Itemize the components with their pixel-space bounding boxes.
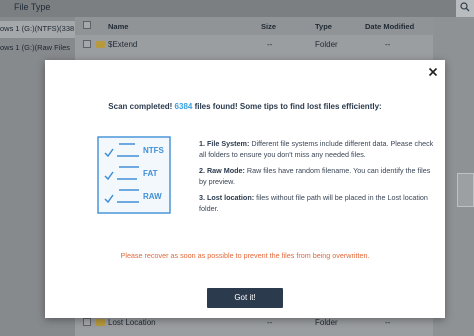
close-icon <box>428 67 438 77</box>
row-date: -- <box>385 40 391 49</box>
preview-box <box>457 173 474 207</box>
folder-icon <box>96 319 105 326</box>
tree-item-raw-files[interactable]: ows 1 (G:)(Raw Files <box>0 40 75 57</box>
fat-label: FAT <box>143 169 158 178</box>
tip-heading: 1. File System: <box>199 139 250 148</box>
raw-label: RAW <box>143 192 162 201</box>
tip-heading: 2. Raw Mode: <box>199 166 245 175</box>
column-name[interactable]: Name <box>108 22 128 31</box>
folder-icon <box>96 41 105 48</box>
search-button[interactable] <box>456 0 474 17</box>
tip-raw-mode: 2. Raw Mode: Raw files have random filen… <box>199 166 435 187</box>
file-type-tab[interactable]: File Type <box>14 2 50 12</box>
row-type: Folder <box>315 318 338 327</box>
scan-complete-dialog: Scan completed! 6384 files found! Some t… <box>45 60 445 318</box>
ntfs-label: NTFS <box>143 146 165 155</box>
column-size[interactable]: Size <box>261 22 276 31</box>
column-type[interactable]: Type <box>315 22 332 31</box>
row-size: -- <box>267 40 273 49</box>
row-name: $Extend <box>108 40 138 49</box>
row-type: Folder <box>315 40 338 49</box>
search-icon <box>460 2 470 12</box>
tree-item-partition-ntfs[interactable]: ows 1 (G:)(NTFS)(338 <box>0 21 75 38</box>
row-checkbox[interactable] <box>83 318 91 326</box>
tip-heading: 3. Lost location: <box>199 193 255 202</box>
table-row[interactable]: $Extend -- Folder -- <box>75 35 433 53</box>
select-all-checkbox[interactable] <box>83 21 91 29</box>
tip-file-system: 1. File System: Different file systems i… <box>199 139 435 160</box>
overwrite-warning: Please recover as soon as possible to pr… <box>120 251 370 260</box>
title-prefix: Scan completed! <box>108 102 175 111</box>
app-window: File Type ows 1 (G:)(NTFS)(338 ows 1 (G:… <box>0 0 474 336</box>
close-button[interactable] <box>426 65 440 79</box>
file-count: 6384 <box>174 102 193 111</box>
file-system-document-icon: NTFS FAT RAW <box>97 136 171 214</box>
row-size: -- <box>267 318 273 327</box>
title-suffix: files found! Some tips to find lost file… <box>192 102 382 111</box>
table-header: Name Size Type Date Modified <box>75 17 433 35</box>
row-date: -- <box>385 318 391 327</box>
top-bar: File Type <box>0 0 474 17</box>
tips-list: 1. File System: Different file systems i… <box>199 139 435 220</box>
row-name: Lost Location <box>108 318 156 327</box>
row-checkbox[interactable] <box>83 40 91 48</box>
got-it-button[interactable]: Got it! <box>207 288 283 308</box>
column-date-modified[interactable]: Date Modified <box>365 22 414 31</box>
tip-lost-location: 3. Lost location: files without file pat… <box>199 193 435 214</box>
dialog-title: Scan completed! 6384 files found! Some t… <box>45 102 445 111</box>
